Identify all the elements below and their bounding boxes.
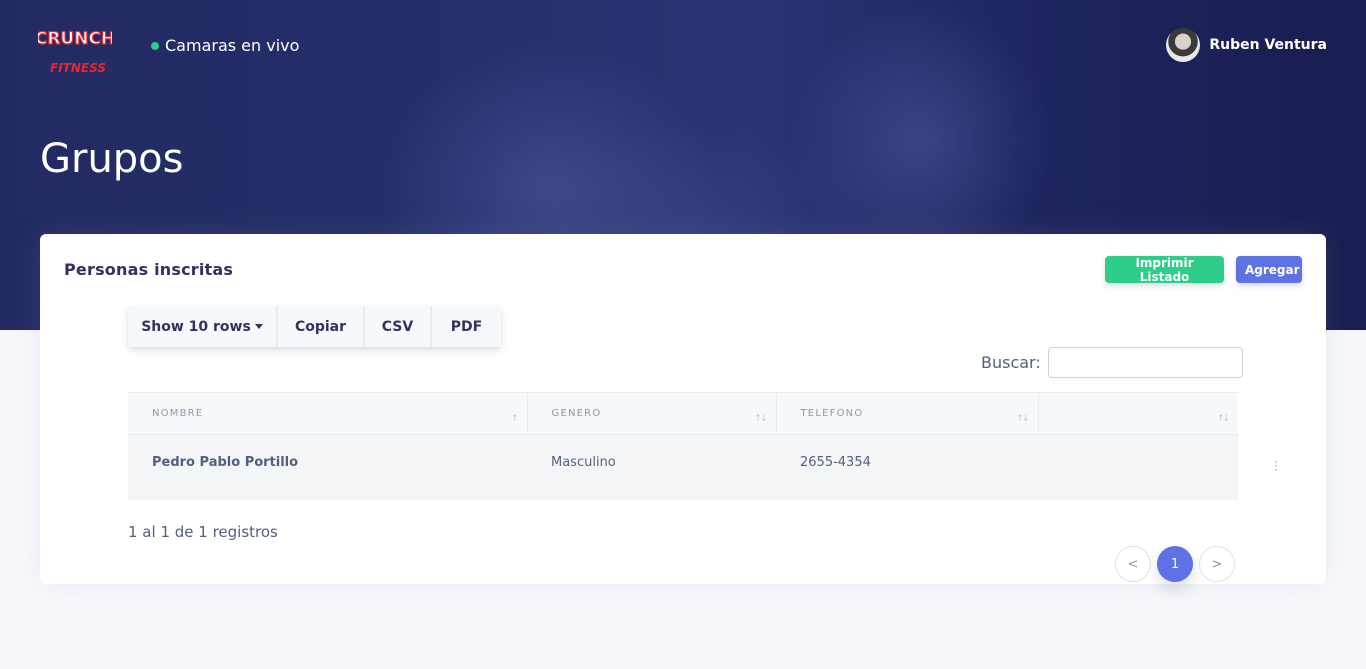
people-table: NOMBRE ↑ GENERO ↑↓ TELEFONO ↑↓ ↑↓ Pedro Pab…: [128, 392, 1238, 500]
user-menu[interactable]: Ruben Ventura: [1166, 28, 1327, 62]
search-input[interactable]: [1047, 347, 1243, 378]
page-title: Grupos: [40, 136, 184, 182]
sort-icon: ↑↓: [1016, 414, 1029, 424]
pagination: < 1 >: [1115, 546, 1241, 582]
sort-icon: ↑↓: [754, 414, 767, 424]
user-name: Ruben Ventura: [1209, 37, 1327, 53]
live-status-dot-icon: [151, 41, 159, 50]
logo-text-bottom: FITNESS: [50, 61, 106, 75]
sort-icon: ↑↓: [1216, 414, 1230, 424]
table-row: Pedro Pablo Portillo Masculino 2655-4354: [128, 434, 1238, 500]
pdf-button[interactable]: PDF: [432, 306, 501, 347]
show-rows-label: Show 10 rows: [141, 318, 251, 335]
csv-button[interactable]: CSV: [365, 306, 432, 347]
enrolled-people-card: Personas inscritas Imprimir Listado Agre…: [40, 234, 1326, 584]
print-list-button[interactable]: Imprimir Listado: [1105, 256, 1224, 284]
copy-button[interactable]: Copiar: [278, 306, 365, 347]
card-title: Personas inscritas: [64, 260, 234, 279]
cell-nombre: Pedro Pablo Portillo: [128, 434, 527, 500]
row-actions-kebab-icon[interactable]: · · ·: [1274, 456, 1278, 476]
sort-asc-icon: ↑: [510, 414, 518, 424]
crunch-fitness-logo[interactable]: CRUNCH FITNESS: [38, 14, 112, 78]
column-header-telefono[interactable]: TELEFONO ↑↓: [776, 392, 1039, 435]
cell-actions: [1038, 434, 1238, 500]
caret-down-icon: [254, 324, 263, 329]
show-rows-dropdown[interactable]: Show 10 rows: [128, 306, 278, 347]
column-header-genero[interactable]: GENERO ↑↓: [527, 392, 777, 435]
live-cameras-link[interactable]: Camaras en vivo: [151, 36, 299, 55]
table-toolbar: Show 10 rows Copiar CSV PDF: [128, 306, 501, 347]
column-header-nombre[interactable]: NOMBRE ↑: [128, 392, 528, 435]
pagination-next-button[interactable]: >: [1199, 546, 1235, 582]
column-header-actions[interactable]: ↑↓: [1038, 392, 1238, 435]
search-box: Buscar:: [981, 347, 1243, 378]
cell-telefono: 2655-4354: [776, 434, 1038, 500]
search-label: Buscar:: [981, 353, 1041, 372]
avatar: [1166, 28, 1201, 62]
logo-text-top: CRUNCH: [38, 29, 112, 49]
pagination-page-1[interactable]: 1: [1157, 546, 1193, 582]
add-button[interactable]: Agregar: [1236, 256, 1302, 283]
records-info: 1 al 1 de 1 registros: [128, 523, 278, 541]
live-cameras-label: Camaras en vivo: [165, 36, 300, 55]
cell-genero: Masculino: [527, 434, 776, 500]
pagination-prev-button[interactable]: <: [1115, 546, 1151, 582]
